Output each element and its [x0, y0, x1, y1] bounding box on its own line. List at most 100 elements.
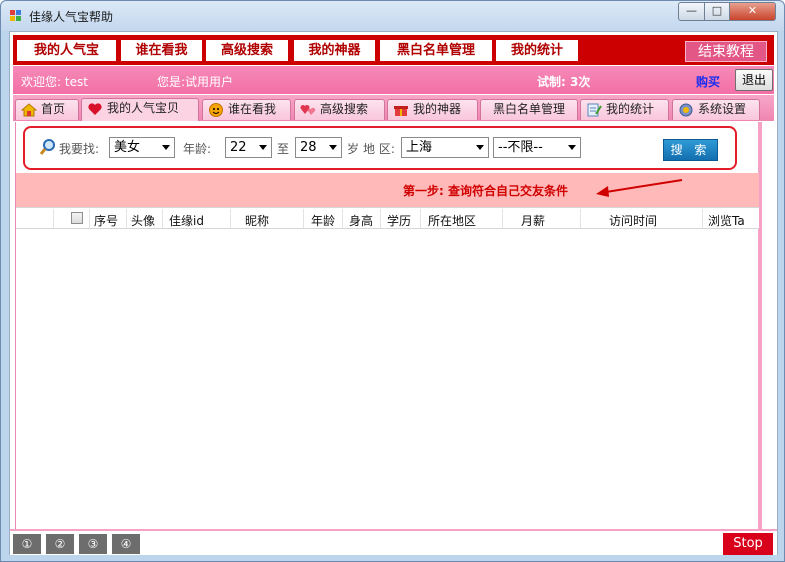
column-separator [380, 209, 381, 228]
tab-label: 我的人气宝贝 [107, 101, 180, 115]
col-nickname[interactable]: 昵称 [245, 212, 269, 229]
age-from-value: 22 [230, 140, 247, 155]
step-hint: 第一步: 查询符合自己交友条件 [403, 184, 568, 198]
arrow-icon [596, 179, 683, 197]
notepad-icon [587, 103, 602, 117]
nav-my-tools[interactable]: 我的神器 [294, 40, 375, 61]
buy-link[interactable]: 购买 [696, 73, 720, 90]
col-index[interactable]: 序号 [94, 212, 118, 229]
search-box: 我要找: 美女 年龄: 22 至 28 岁 地 区: 上海 --不限-- 搜 索 [23, 126, 737, 170]
client-area: 我的人气宝 谁在看我 高级搜索 我的神器 黑白名单管理 我的统计 结束教程 欢迎… [9, 31, 778, 555]
trial-count: 试制: 3次 [537, 75, 591, 89]
heart-icon [88, 103, 102, 115]
tab-advanced-search[interactable]: 高级搜索 [294, 99, 385, 120]
find-label: 我要找: [59, 142, 100, 156]
tab-settings[interactable]: 系统设置 [672, 99, 760, 120]
end-tutorial-button[interactable]: 结束教程 [685, 41, 767, 62]
column-separator [162, 209, 163, 228]
minimize-button[interactable]: — [678, 2, 705, 21]
tab-label: 首页 [41, 102, 66, 116]
chevron-down-icon [259, 145, 267, 150]
chevron-down-icon [568, 145, 576, 150]
tab-label: 系统设置 [698, 102, 747, 116]
main-panel: 我要找: 美女 年龄: 22 至 28 岁 地 区: 上海 --不限-- 搜 索… [15, 122, 762, 529]
tab-who-viewed-me[interactable]: 谁在看我 [202, 99, 291, 120]
tab-my-tools[interactable]: 我的神器 [387, 99, 478, 120]
region-select[interactable]: 上海 [401, 137, 489, 158]
tab-label: 我的统计 [606, 102, 655, 116]
column-separator [126, 209, 127, 228]
chevron-down-icon [329, 145, 337, 150]
col-salary[interactable]: 月薪 [521, 212, 545, 229]
welcome-bar: 欢迎您: test 您是:试用用户 试制: 3次 购买 退出 [13, 66, 774, 94]
col-jiayuan-id[interactable]: 佳缘id [169, 212, 204, 229]
col-visit-time[interactable]: 访问时间 [609, 212, 657, 229]
step-3-button[interactable]: ③ [79, 534, 107, 554]
app-window: 佳缘人气宝帮助 — □ ✕ 我的人气宝 谁在看我 高级搜索 我的神器 黑白名单管… [0, 0, 785, 562]
step-4-button[interactable]: ④ [112, 534, 140, 554]
nav-my-stats[interactable]: 我的统计 [496, 40, 578, 61]
step-2-button[interactable]: ② [46, 534, 74, 554]
maximize-button[interactable]: □ [704, 2, 730, 21]
column-separator [303, 209, 304, 228]
top-nav: 我的人气宝 谁在看我 高级搜索 我的神器 黑白名单管理 我的统计 结束教程 [13, 35, 774, 65]
age-to-select[interactable]: 28 [295, 137, 342, 158]
col-height[interactable]: 身高 [349, 212, 373, 229]
gift-icon [394, 106, 408, 116]
window-title: 佳缘人气宝帮助 [29, 10, 114, 24]
col-avatar[interactable]: 头像 [131, 212, 155, 229]
search-button[interactable]: 搜 索 [663, 139, 718, 161]
column-separator [53, 209, 54, 228]
tab-label: 谁在看我 [228, 102, 277, 116]
hint-bar: 第一步: 查询符合自己交友条件 [16, 173, 759, 207]
col-education[interactable]: 学历 [387, 212, 411, 229]
bottom-bar: ① ② ③ ④ Stop [10, 529, 777, 555]
user-type-text: 您是:试用用户 [157, 75, 234, 89]
app-icon [10, 10, 22, 22]
close-button[interactable]: ✕ [729, 2, 776, 21]
column-separator [342, 209, 343, 228]
age-to-label: 至 [277, 142, 290, 156]
gear-icon [679, 103, 693, 117]
welcome-text: 欢迎您: test [21, 75, 88, 89]
col-browse[interactable]: 浏览Ta [708, 212, 745, 229]
tab-strip: 首页 我的人气宝贝 谁在看我 高级搜索 我的神器 黑白名单管理 我的统计 系统设… [13, 95, 774, 121]
face-icon [209, 103, 223, 117]
chevron-down-icon [162, 145, 170, 150]
region-sub-value: --不限-- [498, 140, 543, 155]
column-separator [420, 209, 421, 228]
tab-label: 高级搜索 [320, 102, 369, 116]
nav-who-viewed-me[interactable]: 谁在看我 [121, 40, 202, 61]
tab-blacklist[interactable]: 黑白名单管理 [480, 99, 578, 120]
column-separator [230, 209, 231, 228]
step-1-button[interactable]: ① [13, 534, 41, 554]
select-all-checkbox[interactable] [71, 212, 83, 224]
stop-button[interactable]: Stop [723, 533, 773, 555]
tab-my-popularity[interactable]: 我的人气宝贝 [81, 98, 199, 121]
column-separator [89, 209, 90, 228]
col-age[interactable]: 年龄 [311, 212, 335, 229]
home-icon [21, 103, 37, 117]
title-bar: 佳缘人气宝帮助 — □ ✕ [1, 1, 784, 31]
region-sub-select[interactable]: --不限-- [493, 137, 581, 158]
age-from-select[interactable]: 22 [225, 137, 272, 158]
age-to-value: 28 [300, 140, 317, 155]
region-label: 地 区: [363, 142, 395, 156]
age-unit-label: 岁 [347, 142, 360, 156]
logout-button[interactable]: 退出 [735, 69, 773, 91]
nav-my-popularity[interactable]: 我的人气宝 [17, 40, 116, 61]
tab-my-stats[interactable]: 我的统计 [580, 99, 669, 120]
tab-home[interactable]: 首页 [15, 99, 79, 120]
tab-label: 我的神器 [413, 102, 462, 116]
chevron-down-icon [476, 145, 484, 150]
find-select[interactable]: 美女 [109, 137, 175, 158]
col-region[interactable]: 所在地区 [428, 212, 476, 229]
column-separator [580, 209, 581, 228]
region-value: 上海 [406, 140, 433, 155]
search-icon [39, 139, 55, 155]
column-separator [702, 209, 703, 228]
column-separator [502, 209, 503, 228]
nav-blacklist[interactable]: 黑白名单管理 [380, 40, 492, 61]
nav-advanced-search[interactable]: 高级搜索 [206, 40, 288, 61]
tab-label: 黑白名单管理 [493, 102, 566, 116]
